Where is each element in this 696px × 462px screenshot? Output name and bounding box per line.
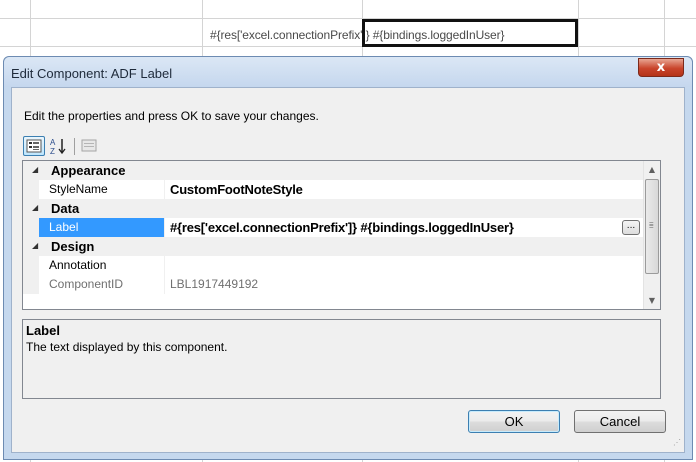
- category-label: Appearance: [51, 163, 126, 178]
- close-button[interactable]: x: [638, 58, 684, 77]
- resize-grip-icon[interactable]: ⋰: [673, 439, 683, 451]
- property-row-componentid[interactable]: ComponentID LBL1917449192: [23, 275, 643, 295]
- dialog-client-area: Edit the properties and press OK to save…: [11, 87, 685, 453]
- collapse-triangle-icon[interactable]: ◢: [32, 203, 38, 212]
- property-name: StyleName: [39, 180, 165, 199]
- categorized-view-icon: [26, 139, 42, 153]
- description-pane: Label The text displayed by this compone…: [22, 319, 661, 399]
- vertical-scrollbar[interactable]: ▲ = = ▼: [643, 161, 660, 309]
- close-icon: x: [656, 60, 666, 75]
- category-label: Design: [51, 239, 95, 254]
- description-title: Label: [26, 323, 60, 338]
- ellipsis-button[interactable]: ...: [622, 220, 640, 235]
- row-gutter: [23, 180, 39, 199]
- property-name: ComponentID: [39, 275, 165, 294]
- scroll-down-icon[interactable]: ▼: [644, 292, 660, 309]
- collapse-triangle-icon[interactable]: ◢: [32, 241, 38, 250]
- property-pages-icon: [81, 139, 97, 152]
- ok-button[interactable]: OK: [468, 410, 560, 433]
- dialog-title-bar[interactable]: Edit Component: ADF Label x: [4, 57, 692, 87]
- edit-component-dialog: Edit Component: ADF Label x Edit the pro…: [3, 56, 693, 460]
- selected-cell[interactable]: [362, 19, 578, 47]
- grid-line: [0, 18, 696, 19]
- property-value[interactable]: CustomFootNoteStyle: [166, 180, 643, 199]
- row-gutter: [23, 256, 39, 275]
- property-row-label[interactable]: Label #{res['excel.connectionPrefix']} #…: [23, 218, 643, 238]
- property-row-annotation[interactable]: Annotation: [23, 256, 643, 276]
- categorized-button[interactable]: [23, 136, 45, 156]
- row-gutter: [23, 275, 39, 294]
- collapse-triangle-icon[interactable]: ◢: [32, 165, 38, 174]
- property-row-stylename[interactable]: StyleName CustomFootNoteStyle: [23, 180, 643, 200]
- category-appearance[interactable]: ◢ Appearance: [23, 161, 643, 181]
- instructions-text: Edit the properties and press OK to save…: [24, 109, 319, 123]
- cell-text-left: #{res['excel.connectio: [210, 28, 324, 42]
- description-text: The text displayed by this component.: [26, 340, 228, 354]
- category-label: Data: [51, 201, 80, 216]
- dialog-title: Edit Component: ADF Label: [11, 66, 173, 81]
- property-name: Annotation: [39, 256, 165, 275]
- property-value[interactable]: LBL1917449192: [166, 275, 643, 294]
- property-value[interactable]: #{res['excel.connectionPrefix']} #{bindi…: [166, 218, 643, 237]
- category-data[interactable]: ◢ Data: [23, 199, 643, 219]
- svg-text:Z: Z: [50, 147, 55, 156]
- row-gutter: [23, 218, 39, 237]
- scroll-up-icon[interactable]: ▲: [644, 161, 660, 178]
- cancel-button[interactable]: Cancel: [574, 410, 666, 433]
- property-value[interactable]: [166, 256, 643, 275]
- scroll-thumb[interactable]: = =: [645, 179, 659, 274]
- grip-icon: = =: [649, 219, 654, 231]
- sort-az-icon: A Z: [50, 138, 66, 156]
- property-pages-button[interactable]: [79, 136, 101, 156]
- grid-line: [0, 46, 696, 47]
- property-grid: ◢ Appearance StyleName CustomFootNoteSty…: [22, 160, 661, 310]
- property-name: Label: [39, 218, 165, 237]
- toolbar-separator: [74, 138, 75, 155]
- category-design[interactable]: ◢ Design: [23, 237, 643, 257]
- property-grid-rows: ◢ Appearance StyleName CustomFootNoteSty…: [23, 161, 643, 309]
- alphabetical-button[interactable]: A Z: [48, 136, 70, 156]
- svg-text:A: A: [50, 138, 56, 147]
